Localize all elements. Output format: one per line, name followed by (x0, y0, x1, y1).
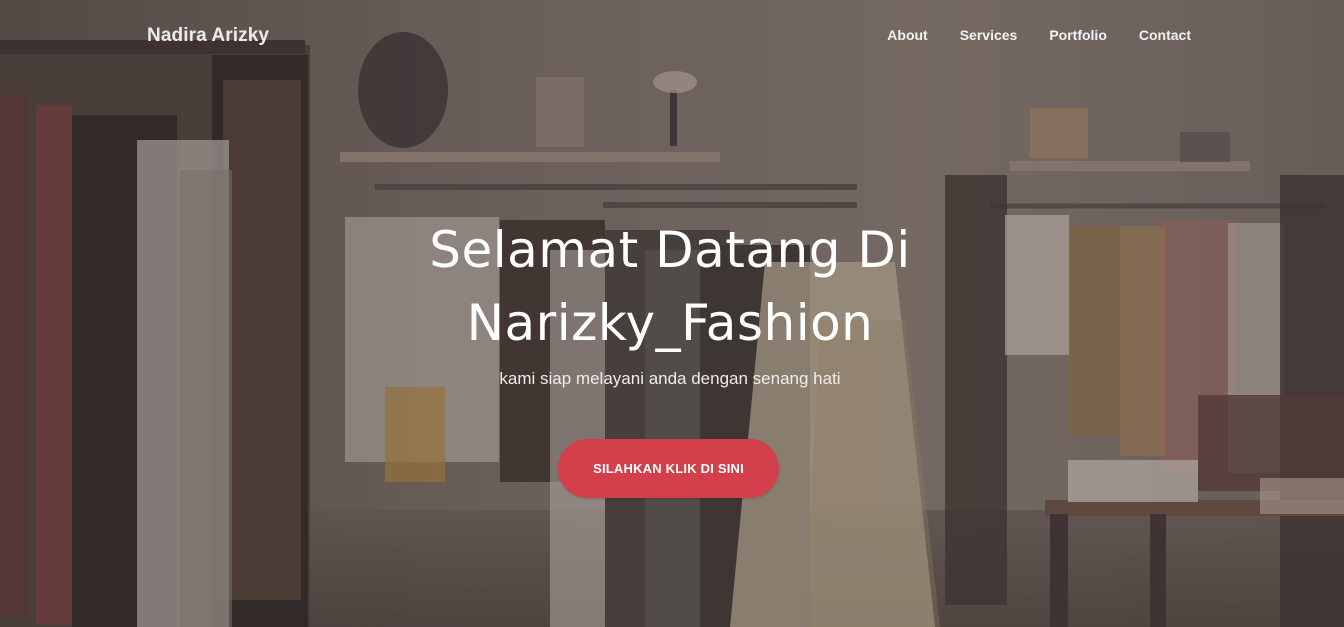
hero-section: Nadira Arizky About Services Portfolio C… (0, 0, 1344, 627)
brand-logo[interactable]: Nadira Arizky (147, 25, 269, 47)
hero-title: Selamat Datang Di Narizky_Fashion (429, 221, 911, 352)
hero-subtitle: kami siap melayani anda dengan senang ha… (499, 369, 841, 388)
nav-link-contact[interactable]: Contact (1139, 27, 1191, 43)
cta-button[interactable]: SILAHKAN KLIK DI SINI (558, 439, 779, 498)
nav-link-about[interactable]: About (887, 27, 927, 43)
nav-link-portfolio[interactable]: Portfolio (1049, 27, 1107, 43)
top-navbar: Nadira Arizky About Services Portfolio C… (0, 0, 1344, 74)
nav-links: About Services Portfolio Contact (887, 27, 1191, 43)
nav-link-services[interactable]: Services (960, 27, 1018, 43)
hero-content: Selamat Datang Di Narizky_Fashion kami s… (360, 214, 980, 389)
